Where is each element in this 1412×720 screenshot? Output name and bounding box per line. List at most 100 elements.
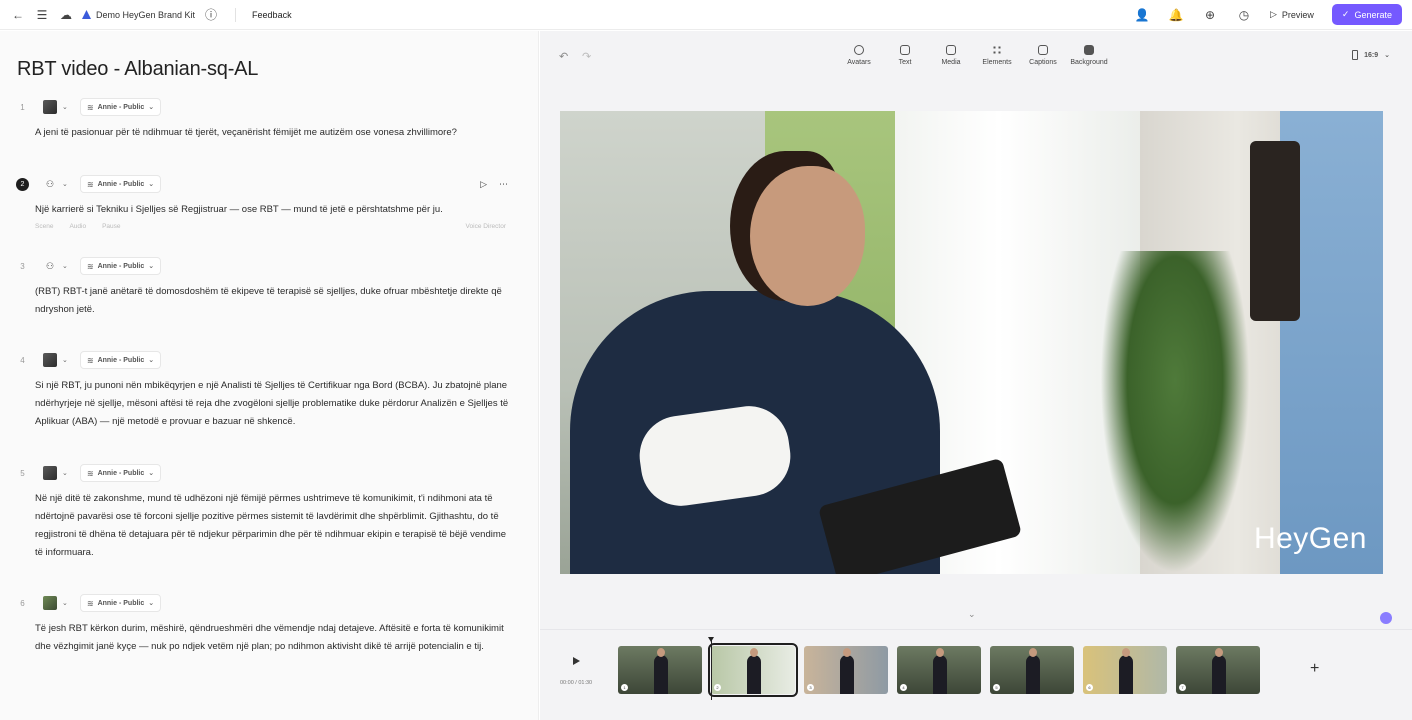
avatar-thumbnail: [43, 466, 57, 480]
redo-icon[interactable]: ↷: [582, 50, 591, 63]
tool-label: Text: [898, 59, 912, 66]
scene-tool-audio[interactable]: Audio: [69, 223, 86, 230]
heygen-watermark: HeyGen: [1253, 522, 1367, 555]
page-title[interactable]: RBT video - Albanian-sq-AL: [17, 58, 258, 81]
feedback-link[interactable]: Feedback: [252, 10, 292, 20]
top-bar: ← ☰ ☁ Demo HeyGen Brand Kit ⓘ Feedback 👤…: [0, 0, 1412, 30]
avatar-selector[interactable]: ⌄: [39, 594, 72, 612]
top-bar-right: 👤 🔔 ⊕ ◷ ▷ Preview ✓ Generate: [1134, 4, 1402, 25]
info-icon[interactable]: ⓘ: [203, 7, 219, 23]
play-scene-icon[interactable]: ▷: [480, 179, 487, 190]
aspect-ratio-label: 16:9: [1364, 51, 1379, 59]
thumb-number: 3: [807, 684, 814, 691]
voice-selector[interactable]: ≋ Annie - Public ⌄: [79, 594, 162, 612]
scene-tool-pause[interactable]: Pause: [102, 223, 120, 230]
scene-thumbnail[interactable]: 2: [708, 643, 798, 697]
scene-2[interactable]: 2 ⚇ ⌄ ≋ Annie - Public ⌄ ▷ ⋯ Një karrier…: [16, 175, 516, 230]
project-name: Demo HeyGen Brand Kit: [96, 9, 196, 20]
waveform-icon: ≋: [86, 598, 94, 608]
voice-selector[interactable]: ≋ Annie - Public ⌄: [79, 98, 162, 116]
scene-thumbnail[interactable]: 3: [804, 646, 888, 694]
person-icon: ⚇: [45, 178, 55, 189]
scene-thumbnail[interactable]: 6: [1083, 646, 1167, 694]
scene-thumbnail[interactable]: 7: [1176, 646, 1260, 694]
scene-tool-scene[interactable]: Scene: [35, 223, 53, 230]
avatar-selector[interactable]: ⌄: [39, 98, 72, 116]
thumb-number: 5: [993, 684, 1000, 691]
scene-number: 3: [20, 261, 25, 271]
chevron-down-icon: ⌄: [62, 600, 68, 607]
more-icon[interactable]: ⋯: [499, 179, 508, 190]
tool-elements[interactable]: Elements: [974, 45, 1020, 66]
timeline: 00:00 / 01:30 1 2 3 4 5 6 7 +: [540, 629, 1412, 720]
tool-avatars[interactable]: Avatars: [836, 45, 882, 66]
brand-kit-selector[interactable]: Demo HeyGen Brand Kit: [82, 10, 195, 20]
avatar-selector[interactable]: ⌄: [39, 464, 72, 482]
thumb-number: 6: [1086, 684, 1093, 691]
add-user-icon[interactable]: 👤: [1134, 7, 1150, 23]
voice-selector[interactable]: ≋ Annie - Public ⌄: [79, 351, 162, 369]
preview-button[interactable]: ▷ Preview: [1270, 9, 1314, 20]
scene-thumbnails: 1 2 3 4 5 6 7: [618, 643, 1260, 697]
tool-captions[interactable]: Captions: [1020, 45, 1066, 66]
scene-script-text[interactable]: Të jesh RBT kërkon durim, mëshirë, qëndr…: [35, 620, 516, 656]
thumb-number: 1: [621, 684, 628, 691]
undo-icon[interactable]: ↶: [559, 50, 568, 63]
scene-number: 4: [20, 355, 25, 365]
scene-header: 4 ⌄ ≋ Annie - Public ⌄: [16, 351, 516, 369]
scene-script-text[interactable]: Si një RBT, ju punoni nën mbikëqyrjen e …: [35, 377, 516, 431]
back-arrow-icon[interactable]: ←: [10, 7, 26, 23]
scene-6[interactable]: 6 ⌄ ≋ Annie - Public ⌄ Të jesh RBT kërko…: [16, 594, 516, 656]
tool-label: Captions: [1029, 59, 1057, 66]
phone-icon: [1352, 50, 1359, 60]
voice-label: Annie - Public: [97, 469, 145, 477]
menu-icon[interactable]: ☰: [34, 7, 50, 23]
thumb-figure: [933, 648, 947, 694]
thumb-number: 7: [1179, 684, 1186, 691]
brand-kit-icon: [82, 10, 91, 19]
scene-thumbnail[interactable]: 4: [897, 646, 981, 694]
tool-label: Media: [941, 59, 961, 66]
text-icon: [900, 45, 910, 55]
scene-script-text[interactable]: Një karrierë si Tekniku i Sjelljes së Re…: [35, 201, 516, 219]
avatar-selector[interactable]: ⌄: [39, 351, 72, 369]
zoom-icon[interactable]: ⊕: [1202, 7, 1218, 23]
script-panel: RBT video - Albanian-sq-AL 1 ⌄ ≋ Annie -…: [0, 31, 539, 720]
avatar-selector[interactable]: ⚇ ⌄: [39, 257, 72, 275]
bell-icon[interactable]: 🔔: [1168, 7, 1184, 23]
video-preview[interactable]: HeyGen: [560, 111, 1383, 574]
scene-3[interactable]: 3 ⚇ ⌄ ≋ Annie - Public ⌄ (RBT) RBT-t jan…: [16, 257, 516, 319]
collapse-timeline-icon[interactable]: ⌄: [968, 609, 976, 620]
voice-label: Annie - Public: [97, 262, 145, 270]
avatar-selector[interactable]: ⚇ ⌄: [39, 175, 72, 193]
voice-selector[interactable]: ≋ Annie - Public ⌄: [79, 257, 162, 275]
scene-1[interactable]: 1 ⌄ ≋ Annie - Public ⌄ A jeni të pasionu…: [16, 98, 516, 142]
scene-script-text[interactable]: Në një ditë të zakonshme, mund të udhëzo…: [35, 490, 516, 562]
add-scene-icon[interactable]: +: [1310, 660, 1319, 678]
assistant-icon[interactable]: [1380, 612, 1392, 624]
app-root: ← ☰ ☁ Demo HeyGen Brand Kit ⓘ Feedback 👤…: [0, 0, 1412, 720]
scene-script-text[interactable]: (RBT) RBT-t janë anëtarë të domosdoshëm …: [35, 283, 516, 319]
scene-thumbnail[interactable]: 5: [990, 646, 1074, 694]
history-icon[interactable]: ◷: [1236, 7, 1252, 23]
scene-number: 5: [20, 468, 25, 478]
playhead[interactable]: [708, 637, 714, 700]
tool-text[interactable]: Text: [882, 45, 928, 66]
scene-number: 2: [16, 177, 29, 191]
scene-thumbnail[interactable]: 1: [618, 646, 702, 694]
voice-director-button[interactable]: Voice Director: [466, 223, 506, 230]
tool-media[interactable]: Media: [928, 45, 974, 66]
aspect-ratio-selector[interactable]: 16:9 ⌄: [1352, 50, 1390, 60]
scene-header: 1 ⌄ ≋ Annie - Public ⌄: [16, 98, 516, 116]
voice-selector[interactable]: ≋ Annie - Public ⌄: [79, 464, 162, 482]
play-icon[interactable]: [573, 657, 580, 665]
scene-5[interactable]: 5 ⌄ ≋ Annie - Public ⌄ Në një ditë të za…: [16, 464, 516, 562]
tool-background[interactable]: Background: [1066, 45, 1112, 66]
scene-4[interactable]: 4 ⌄ ≋ Annie - Public ⌄ Si një RBT, ju pu…: [16, 351, 516, 431]
scene-script-text[interactable]: A jeni të pasionuar për të ndihmuar të t…: [35, 124, 516, 142]
scene-number: 1: [20, 102, 25, 112]
voice-selector[interactable]: ≋ Annie - Public ⌄: [79, 175, 162, 193]
generate-button[interactable]: ✓ Generate: [1331, 4, 1402, 25]
video-figure: [1250, 141, 1300, 321]
video-plant: [1100, 251, 1250, 574]
